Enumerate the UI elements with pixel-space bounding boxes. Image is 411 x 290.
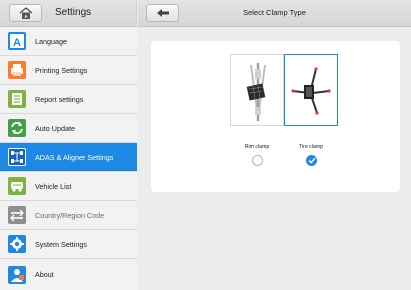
clamp-selection-panel: Rim clamp Tire clamp: [151, 41, 400, 192]
about-icon: [8, 265, 26, 284]
sidebar-item-report-settings[interactable]: Report settings: [0, 85, 137, 114]
printer-icon: [8, 61, 26, 79]
sidebar-item-auto-update[interactable]: Auto Update: [0, 114, 137, 143]
rim-clamp-radio[interactable]: [252, 155, 263, 166]
sidebar-item-vehicle-list[interactable]: Vehicle List: [0, 172, 137, 201]
page-title: Select Clamp Type: [243, 8, 306, 17]
sidebar-item-label: ADAS & Aligner Settings: [35, 152, 114, 162]
gear-icon: [8, 235, 26, 253]
update-icon: [8, 119, 26, 137]
main-header: Select Clamp Type: [138, 0, 411, 27]
sidebar-item-about[interactable]: About: [0, 259, 137, 290]
settings-sidebar: A Settings A Language Printing Settings …: [0, 0, 137, 290]
sidebar-item-label: Country/Region Code: [35, 210, 105, 220]
sidebar-header: A Settings: [0, 0, 136, 27]
sidebar-item-country-region-code[interactable]: Country/Region Code: [0, 201, 137, 230]
rim-clamp-card[interactable]: [230, 54, 284, 126]
vehicle-list-icon: [8, 177, 26, 195]
sidebar-item-system-settings[interactable]: System Settings: [0, 230, 137, 259]
home-icon: A: [19, 6, 32, 19]
sidebar-item-label: Vehicle List: [35, 181, 72, 191]
adas-icon: [8, 148, 26, 166]
sidebar-item-label: System Settings: [35, 239, 87, 249]
language-icon: A: [8, 32, 26, 50]
sidebar-item-label: Printing Settings: [35, 65, 88, 75]
svg-text:A: A: [13, 37, 21, 49]
tire-clamp-image: [291, 67, 331, 115]
rim-clamp-image: [246, 63, 266, 121]
sidebar-item-printing-settings[interactable]: Printing Settings: [0, 56, 137, 85]
sidebar-title: Settings: [55, 7, 92, 18]
tire-clamp-radio[interactable]: [306, 155, 317, 166]
sidebar-item-label: Language: [35, 36, 67, 46]
swap-arrows-icon: [8, 206, 26, 224]
sidebar-item-language[interactable]: A Language: [0, 27, 137, 56]
sidebar-item-label: Report settings: [35, 94, 84, 104]
report-icon: [8, 90, 26, 108]
home-button[interactable]: A: [9, 4, 42, 22]
sidebar-item-label: About: [35, 270, 54, 279]
sidebar-item-adas-aligner-settings[interactable]: ADAS & Aligner Settings: [0, 143, 137, 172]
tire-clamp-card[interactable]: [284, 54, 338, 126]
checkmark-icon: [308, 157, 316, 164]
tire-clamp-label: Tire clamp: [298, 144, 324, 150]
sidebar-item-label: Auto Update: [35, 123, 75, 133]
